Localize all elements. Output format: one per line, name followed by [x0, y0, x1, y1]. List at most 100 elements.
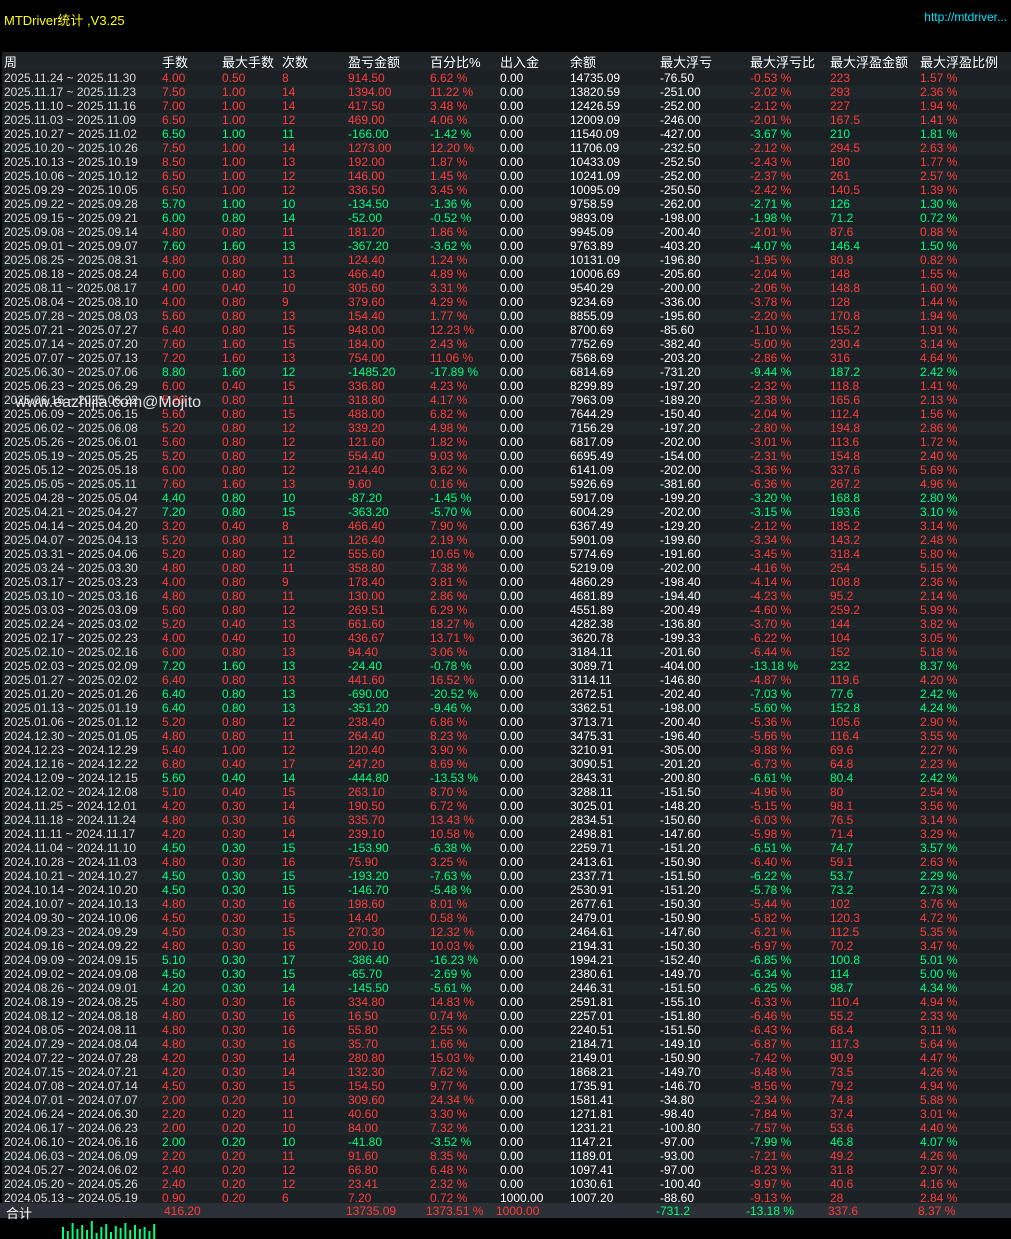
column-header[interactable]: 出入金 [498, 52, 568, 71]
mini-bar [129, 1230, 132, 1239]
table-cell: 7.32 % [428, 1121, 498, 1135]
table-cell: 0.20 [220, 1149, 280, 1163]
column-header[interactable]: 百分比% [428, 52, 498, 71]
table-cell: -6.34 % [748, 967, 828, 981]
column-header[interactable]: 最大浮盈比例 [918, 52, 1011, 71]
table-cell: -189.20 [658, 393, 748, 407]
table-cell: 4551.89 [568, 603, 658, 617]
table-cell: 4.20 [160, 981, 220, 995]
table-cell: -2.01 % [748, 113, 828, 127]
table-cell: 8700.69 [568, 323, 658, 337]
table-row: 2025.01.13 ~ 2025.01.19 6.40 0.80 13 -351.20… [2, 701, 1011, 715]
table-cell: 1.60 % [918, 281, 1011, 295]
table-cell: -7.21 % [748, 1149, 828, 1163]
table-cell: 1.39 % [918, 183, 1011, 197]
table-cell: 2025.06.23 ~ 2025.06.29 [2, 379, 160, 393]
column-header[interactable]: 次数 [280, 52, 346, 71]
table-row: 2025.03.24 ~ 2025.03.30 4.80 0.80 11 358.80 7… [2, 561, 1011, 575]
table-cell: 1.77 % [918, 155, 1011, 169]
table-cell: 11 [280, 127, 346, 141]
table-cell: 1.00 [220, 127, 280, 141]
table-cell: 2025.04.14 ~ 2025.04.20 [2, 519, 160, 533]
column-header[interactable]: 最大浮盈金额 [828, 52, 918, 71]
table-cell: 2.86 % [428, 589, 498, 603]
table-cell: 12426.59 [568, 99, 658, 113]
table-cell: -5.00 % [748, 337, 828, 351]
table-cell: 2.42 % [918, 771, 1011, 785]
table-cell: 0.40 [220, 519, 280, 533]
table-cell: 1581.41 [568, 1093, 658, 1107]
table-row: 2025.05.19 ~ 2025.05.25 5.20 0.80 12 554.40 9… [2, 449, 1011, 463]
table-cell: 334.80 [346, 995, 428, 1009]
table-cell: -5.78 % [748, 883, 828, 897]
table-cell: 5.80 % [918, 547, 1011, 561]
table-cell: 2.20 [160, 1149, 220, 1163]
table-cell: 2024.06.17 ~ 2024.06.23 [2, 1121, 160, 1135]
table-cell: 200.10 [346, 939, 428, 953]
table-row: 2025.09.08 ~ 2025.09.14 4.80 0.80 11 181.20 1… [2, 225, 1011, 239]
column-header[interactable]: 周 [2, 52, 160, 71]
table-cell: 2.23 % [918, 757, 1011, 771]
table-cell: 4.29 % [428, 295, 498, 309]
mini-bar [81, 1225, 84, 1239]
table-cell: 2672.51 [568, 687, 658, 701]
column-header[interactable]: 最大浮亏比 [748, 52, 828, 71]
table-cell: 4860.29 [568, 575, 658, 589]
table-cell: 40.60 [346, 1107, 428, 1121]
table-row: 2024.06.24 ~ 2024.06.30 2.20 0.20 11 40.60 3.… [2, 1107, 1011, 1121]
table-cell: 2025.05.05 ~ 2025.05.11 [2, 477, 160, 491]
table-cell: 948.00 [346, 323, 428, 337]
table-cell: 148.8 [828, 281, 918, 295]
table-cell: -0.53 % [748, 71, 828, 85]
table-cell: 339.20 [346, 421, 428, 435]
column-header[interactable]: 最大浮亏 [658, 52, 748, 71]
table-cell: 120.3 [828, 911, 918, 925]
column-header[interactable]: 盈亏金额 [346, 52, 428, 71]
table-cell: -8.23 % [748, 1163, 828, 1177]
table-cell: 4.16 % [918, 1177, 1011, 1191]
table-cell: 10131.09 [568, 253, 658, 267]
table-cell: 9234.69 [568, 295, 658, 309]
table-cell: 2025.08.11 ~ 2025.08.17 [2, 281, 160, 295]
table-cell: 1994.21 [568, 953, 658, 967]
table-cell: 7568.69 [568, 351, 658, 365]
totals-max-dd: -731.2 [656, 1204, 691, 1218]
table-cell: 5.20 [160, 533, 220, 547]
table-cell: -6.03 % [748, 813, 828, 827]
table-cell: 269.51 [346, 603, 428, 617]
table-cell: 3.14 % [918, 519, 1011, 533]
column-header[interactable]: 余额 [568, 52, 658, 71]
table-cell: 0.00 [498, 365, 568, 379]
table-cell: 11 [280, 253, 346, 267]
totals-lots: 416.20 [164, 1204, 201, 1218]
table-cell: 2024.05.27 ~ 2024.06.02 [2, 1163, 160, 1177]
column-header[interactable]: 最大手数 [220, 52, 280, 71]
table-row: 2024.09.16 ~ 2024.09.22 4.80 0.30 16 200.10 1… [2, 939, 1011, 953]
table-cell: 3.48 % [428, 99, 498, 113]
table-cell: 6004.29 [568, 505, 658, 519]
table-cell: 117.3 [828, 1037, 918, 1051]
table-cell: 185.2 [828, 519, 918, 533]
table-cell: 152.8 [828, 701, 918, 715]
table-cell: 2.54 % [918, 785, 1011, 799]
table-cell: -9.46 % [428, 701, 498, 715]
table-cell: 2025.10.06 ~ 2025.10.12 [2, 169, 160, 183]
table-cell: 0.00 [498, 85, 568, 99]
table-cell: 10 [280, 1135, 346, 1149]
column-header[interactable]: 手数 [160, 52, 220, 71]
table-cell: 5.40 [160, 743, 220, 757]
table-cell: -444.80 [346, 771, 428, 785]
table-cell: 223 [828, 71, 918, 85]
table-cell: 9758.59 [568, 197, 658, 211]
table-cell: 2024.09.02 ~ 2024.09.08 [2, 967, 160, 981]
table-cell: -76.50 [658, 71, 748, 85]
table-cell: -381.60 [658, 477, 748, 491]
table-cell: 13.71 % [428, 631, 498, 645]
table-cell: -149.70 [658, 1065, 748, 1079]
table-cell: 293 [828, 85, 918, 99]
table-cell: -200.49 [658, 603, 748, 617]
table-cell: -0.78 % [428, 659, 498, 673]
table-cell: 0.80 [220, 589, 280, 603]
url-link[interactable]: http://mtdriver... [924, 10, 1007, 24]
table-cell: 3713.71 [568, 715, 658, 729]
